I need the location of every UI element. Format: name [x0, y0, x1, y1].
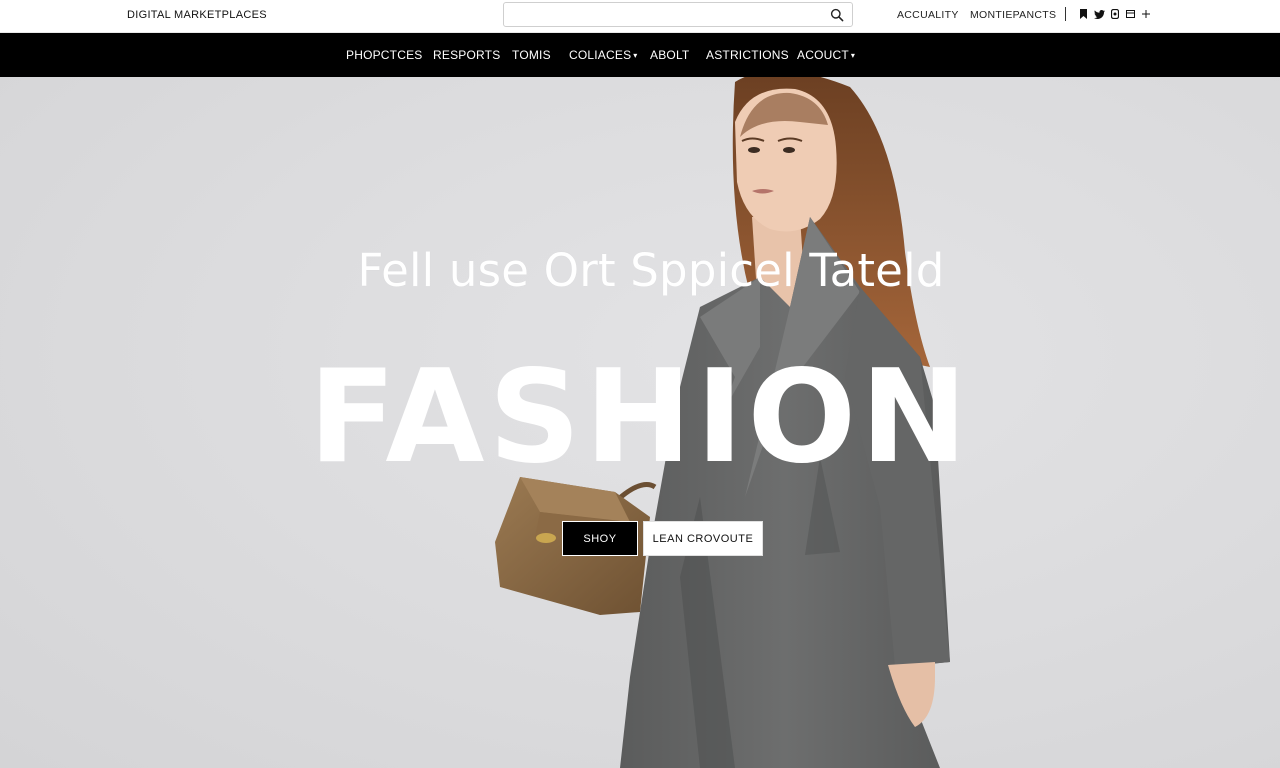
nav-item-label: COLIACES	[569, 48, 632, 62]
nav-item-about[interactable]: ABOLT	[650, 48, 689, 62]
mail-icon[interactable]	[1124, 8, 1136, 20]
chevron-down-icon: ▾	[633, 51, 638, 60]
twitter-icon[interactable]	[1093, 8, 1105, 20]
top-utility-bar: DIGITAL MARKETPLACES ACCUALITY MONTIEPAN…	[0, 0, 1280, 33]
main-nav: PHOPCTCES RESPORTS TOMIS COLIACES ▾ ABOLT…	[0, 33, 1280, 77]
nav-item-label: ASTRICTIONS	[706, 48, 789, 62]
nav-item-label: PHOPCTCES	[346, 48, 423, 62]
nav-item-label: ACOUCT	[797, 48, 849, 62]
search-box	[503, 2, 853, 27]
nav-item-account[interactable]: ACOUCT ▾	[797, 48, 855, 62]
moments-link[interactable]: MONTIEPANCTS	[970, 9, 1056, 21]
shop-button[interactable]: SHOY	[562, 521, 638, 556]
hero-tagline: Fell use Ort Sppicel Tateld	[357, 244, 945, 297]
account-link[interactable]: ACCUALITY	[897, 9, 959, 21]
nav-item-products[interactable]: PHOPCTCES	[346, 48, 422, 62]
nav-item-label: ABOLT	[650, 48, 690, 62]
instagram-icon[interactable]	[1109, 8, 1121, 20]
chevron-down-icon: ▾	[850, 51, 856, 60]
site-logo-text[interactable]: DIGITAL MARKETPLACES	[127, 9, 267, 21]
nav-item-astrictions[interactable]: ASTRICTIONS	[706, 48, 789, 62]
nav-item-label: RESPORTS	[433, 48, 501, 62]
nav-item-label: TOMIS	[512, 48, 551, 62]
nav-item-coliaces[interactable]: COLIACES ▾	[569, 48, 638, 62]
hero-banner: Fell use Ort Sppicel Tateld FASHION SHOY…	[0, 77, 1280, 768]
plus-icon[interactable]	[1140, 8, 1152, 20]
nav-item-resports[interactable]: RESPORTS	[433, 48, 500, 62]
learn-more-button[interactable]: LEAN CROVOUTE	[643, 521, 763, 556]
header-divider	[1065, 7, 1066, 21]
search-icon[interactable]	[830, 8, 844, 22]
bookmark-icon[interactable]	[1077, 8, 1089, 20]
hero-headline: FASHION	[308, 343, 972, 492]
search-input[interactable]	[504, 3, 824, 26]
nav-item-tomis[interactable]: TOMIS	[512, 48, 551, 62]
